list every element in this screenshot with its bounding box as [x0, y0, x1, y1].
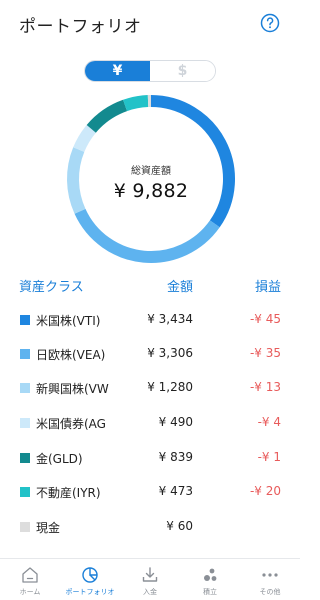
asset-amount: ¥ 490 — [158, 415, 193, 429]
color-swatch — [20, 522, 30, 532]
asset-name: 米国債券(AG — [36, 417, 106, 431]
tab-home[interactable]: ホーム — [0, 559, 60, 600]
total-assets-label: 総資産額 — [131, 166, 171, 177]
asset-amount: ¥ 3,434 — [147, 312, 193, 326]
asset-profit-loss: -¥ 4 — [257, 415, 281, 429]
asset-amount: ¥ 3,306 — [147, 346, 193, 360]
header-profit-loss: 損益 — [254, 280, 281, 295]
asset-amount: ¥ 473 — [158, 484, 193, 498]
asset-row-cash[interactable]: 現金 ¥ 60 — [0, 517, 300, 539]
tab-portfolio[interactable]: ポートフォリオ — [60, 559, 120, 600]
asset-row-vwo[interactable]: 新興国株(VW ¥ 1,280 -¥ 13 — [0, 378, 300, 400]
currency-usd-button[interactable]: $ — [150, 61, 215, 81]
asset-row-vti[interactable]: 米国株(VTI) ¥ 3,434 -¥ 45 — [0, 310, 300, 332]
deposit-icon — [142, 567, 158, 582]
color-swatch — [20, 418, 30, 428]
color-swatch — [20, 349, 30, 359]
asset-amount: ¥ 839 — [158, 450, 193, 464]
tab-label: 積立 — [203, 588, 217, 596]
tab-more[interactable]: その他 — [240, 559, 300, 600]
asset-row-vea[interactable]: 日欧株(VEA) ¥ 3,306 -¥ 35 — [0, 344, 300, 366]
header-asset-class: 資産クラス — [19, 280, 84, 295]
color-swatch — [20, 315, 30, 325]
tab-label: ホーム — [19, 588, 41, 596]
asset-row-iyr[interactable]: 不動産(IYR) ¥ 473 -¥ 20 — [0, 482, 300, 504]
asset-profit-loss: -¥ 1 — [257, 450, 281, 464]
header-amount: 金額 — [166, 280, 193, 295]
donut-center: 総資産額 ¥ 9,882 — [63, 91, 239, 267]
currency-toggle: ¥ $ — [84, 60, 216, 82]
asset-table-header: 資産クラス 金額 損益 — [0, 276, 300, 296]
dots-cluster-icon — [204, 568, 217, 581]
asset-profit-loss: -¥ 13 — [249, 380, 281, 394]
more-icon — [262, 573, 278, 577]
asset-profit-loss: -¥ 35 — [249, 346, 281, 360]
tab-deposit[interactable]: 入金 — [120, 559, 180, 600]
header: ポートフォリオ — [0, 0, 300, 46]
asset-amount: ¥ 1,280 — [147, 380, 193, 394]
asset-name: 現金 — [36, 521, 61, 535]
currency-yen-button[interactable]: ¥ — [85, 61, 150, 81]
color-swatch — [20, 383, 30, 393]
page-title: ポートフォリオ — [19, 17, 142, 37]
pie-chart-icon — [82, 567, 98, 583]
asset-profit-loss: -¥ 45 — [249, 312, 281, 326]
tab-label: その他 — [259, 588, 281, 596]
asset-profit-loss: -¥ 20 — [249, 484, 281, 498]
total-assets-value: ¥ 9,882 — [113, 180, 189, 202]
asset-name: 新興国株(VW — [36, 382, 109, 396]
tab-accumulate[interactable]: 積立 — [180, 559, 240, 600]
asset-name: 米国株(VTI) — [36, 314, 101, 328]
bottom-tab-bar: ホーム ポートフォリオ 入金 積立 その他 — [0, 558, 300, 600]
asset-row-agg[interactable]: 米国債券(AG ¥ 490 -¥ 4 — [0, 413, 300, 435]
asset-row-gld[interactable]: 金(GLD) ¥ 839 -¥ 1 — [0, 448, 300, 470]
color-swatch — [20, 453, 30, 463]
tab-label: 入金 — [143, 588, 157, 596]
asset-name: 日欧株(VEA) — [36, 348, 106, 362]
home-icon — [22, 567, 38, 583]
asset-name: 金(GLD) — [36, 452, 83, 466]
asset-amount: ¥ 60 — [166, 519, 193, 533]
tab-label: ポートフォリオ — [65, 588, 115, 596]
color-swatch — [20, 487, 30, 497]
help-icon[interactable] — [260, 13, 280, 33]
asset-name: 不動産(IYR) — [36, 486, 101, 500]
